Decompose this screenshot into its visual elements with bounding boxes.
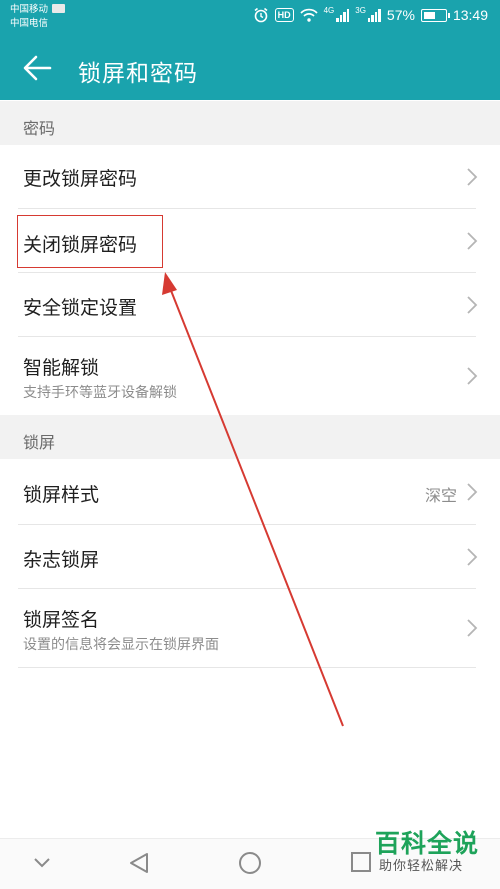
annotation-arrow-icon <box>162 272 344 727</box>
chevron-down-icon[interactable] <box>33 857 51 869</box>
home-circle-icon[interactable] <box>238 851 262 875</box>
back-triangle-icon[interactable] <box>128 851 150 875</box>
recents-square-icon[interactable] <box>350 851 372 873</box>
watermark-title: 百科全说 <box>375 829 480 858</box>
watermark-subtitle: 助你轻松解决 <box>379 859 464 874</box>
watermark-logo: 百科全说 助你轻松解决 <box>375 829 490 875</box>
